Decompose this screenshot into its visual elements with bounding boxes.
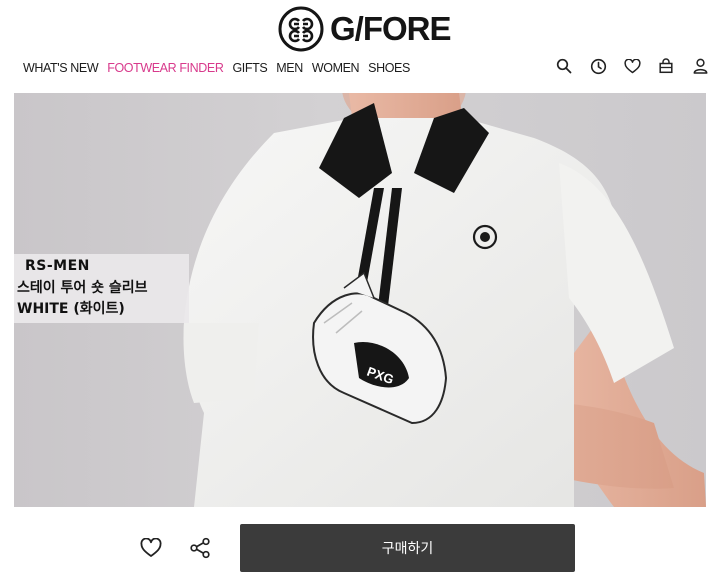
nav-item-footwear-finder[interactable]: FOOTWEAR FINDER [107, 61, 224, 75]
wishlist-heart-icon[interactable] [622, 56, 642, 76]
heart-icon [140, 538, 162, 557]
nav-item-shoes[interactable]: SHOES [368, 61, 410, 75]
share-icon [190, 537, 210, 559]
brand-name: G/FORE [330, 10, 452, 47]
buy-button[interactable]: 구매하기 [240, 524, 575, 572]
caption-category: RS-MEN [25, 258, 90, 274]
main-nav: WHAT'S NEW FOOTWEAR FINDER GIFTS MEN WOM… [23, 61, 410, 75]
account-user-icon[interactable] [690, 56, 710, 76]
recent-clock-icon[interactable] [588, 56, 608, 76]
caption-color: WHITE (화이트) [17, 301, 125, 317]
nav-item-women[interactable]: WOMEN [312, 61, 360, 75]
nav-item-whats-new[interactable]: WHAT'S NEW [23, 61, 99, 75]
nav-item-men[interactable]: MEN [276, 61, 303, 75]
brand-logo[interactable]: G/FORE [278, 6, 452, 52]
search-icon[interactable] [554, 56, 574, 76]
product-caption: RS-MEN 스테이 투어 숏 슬리브 WHITE (화이트) [14, 254, 189, 323]
nav-item-gifts[interactable]: GIFTS [232, 61, 267, 75]
shopping-bag-icon[interactable] [656, 56, 676, 76]
share-button[interactable] [187, 535, 213, 561]
wishlist-button[interactable] [138, 535, 164, 561]
gfore-mark-icon [278, 6, 324, 52]
utility-icons [554, 56, 710, 76]
caption-product-name: 스테이 투어 숏 슬리브 [17, 279, 148, 296]
